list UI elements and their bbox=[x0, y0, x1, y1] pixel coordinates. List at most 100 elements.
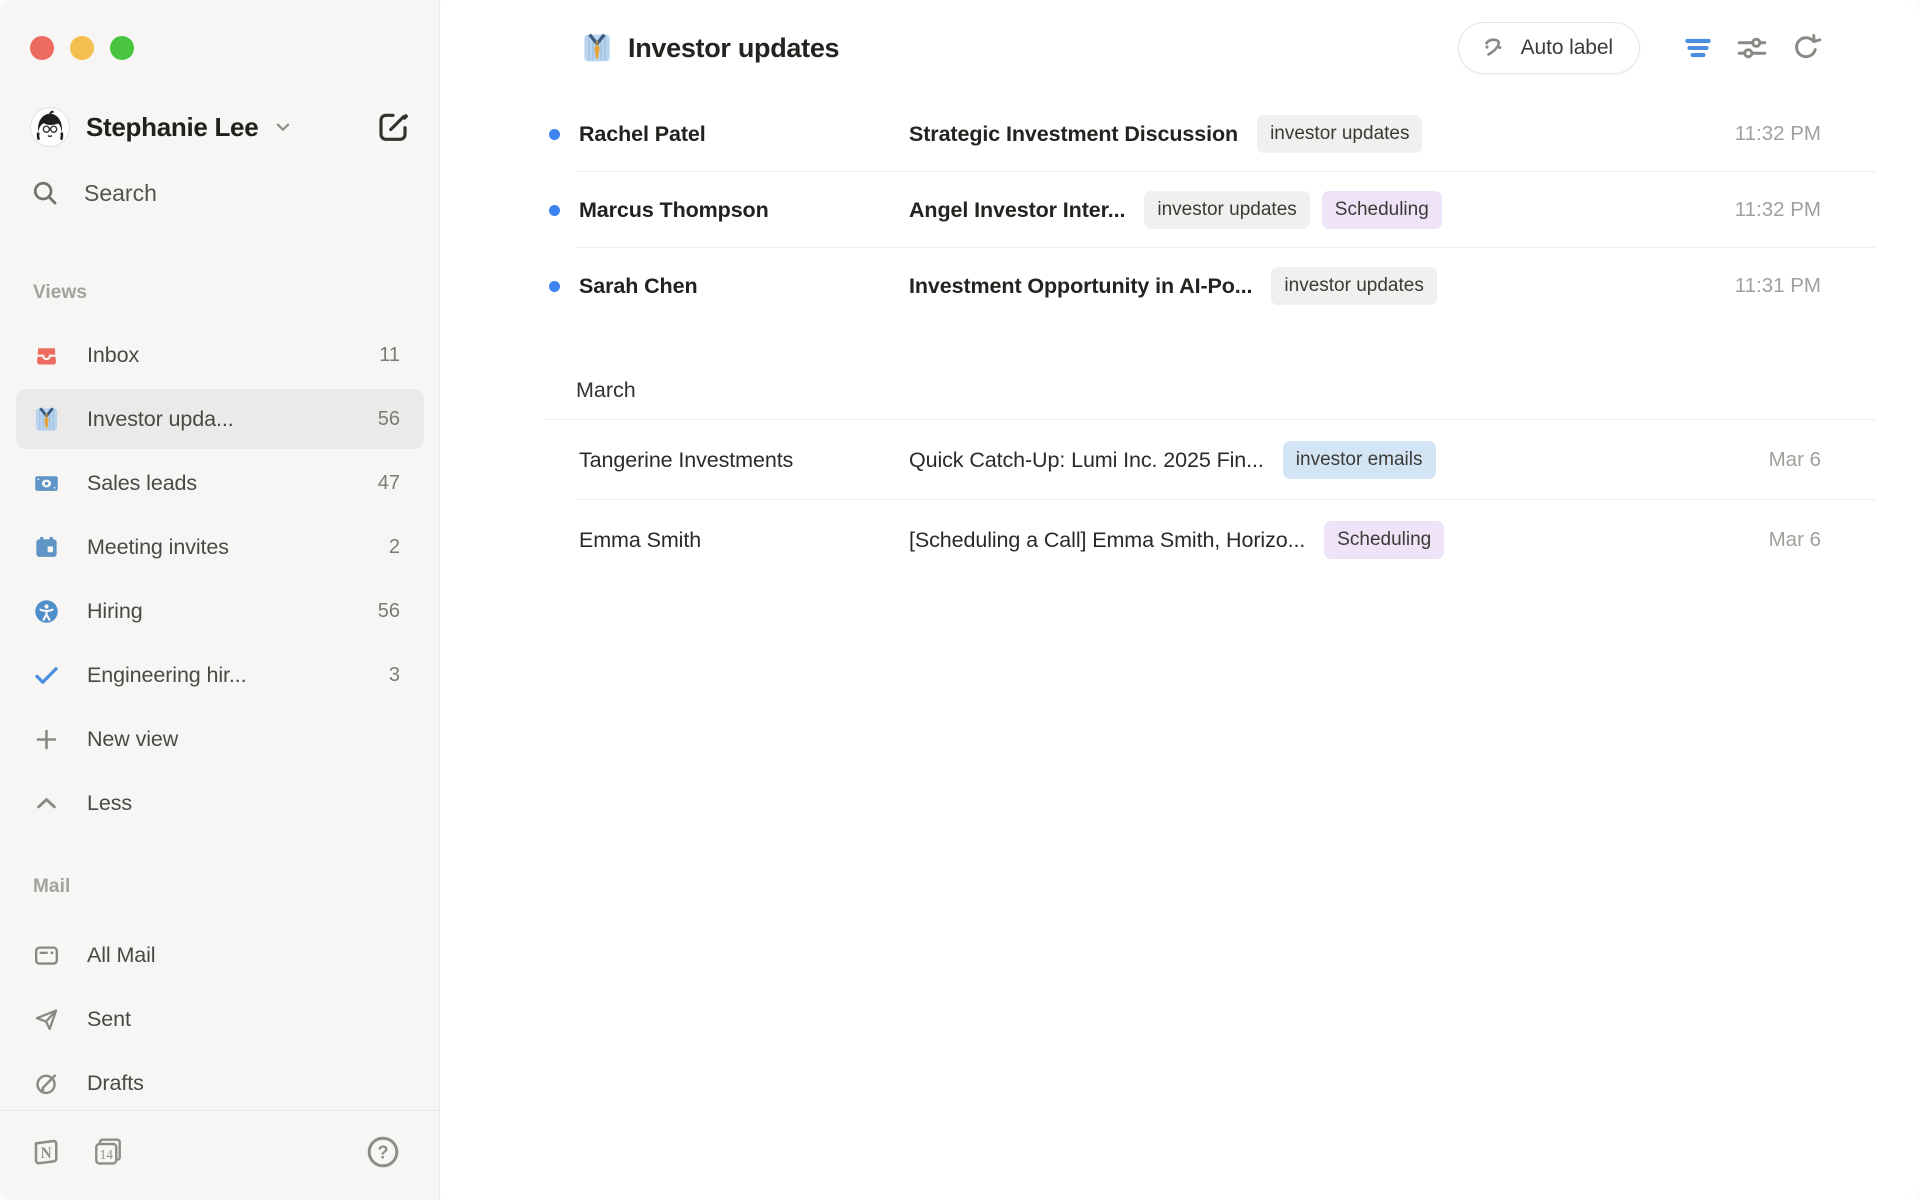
send-icon bbox=[33, 1006, 60, 1033]
sidebar-item-count: 56 bbox=[378, 600, 400, 623]
mail-list: All Mail Sent bbox=[16, 925, 424, 1117]
email-sender: Rachel Patel bbox=[579, 122, 909, 147]
sidebar-item-investor-updates[interactable]: Investor upda... 56 bbox=[16, 389, 424, 449]
person-circle-icon bbox=[33, 598, 60, 625]
sidebar-item-label: New view bbox=[87, 727, 178, 752]
minimize-window-button[interactable] bbox=[70, 36, 94, 60]
filter-button[interactable] bbox=[1676, 26, 1720, 70]
app-window: Stephanie Lee bbox=[0, 0, 1920, 1200]
sidebar-item-label: Less bbox=[87, 791, 132, 816]
sidebar-item-label: Drafts bbox=[87, 1071, 144, 1096]
email-row[interactable]: Emma Smith [Scheduling a Call] Emma Smit… bbox=[441, 500, 1920, 580]
email-subject: Investment Opportunity in AI-Po... bbox=[909, 274, 1252, 299]
sidebar-item-label: Meeting invites bbox=[87, 535, 229, 560]
refresh-icon bbox=[1790, 32, 1822, 64]
calendar-icon bbox=[33, 534, 60, 561]
account-switcher[interactable]: Stephanie Lee bbox=[30, 103, 413, 151]
label-chip[interactable]: investor emails bbox=[1283, 441, 1436, 479]
label-chip[interactable]: investor updates bbox=[1271, 267, 1436, 305]
search-button[interactable]: Search bbox=[30, 178, 157, 208]
notion-calendar-button[interactable]: 14 bbox=[92, 1136, 124, 1168]
sidebar-footer-divider bbox=[0, 1110, 439, 1111]
refresh-button[interactable] bbox=[1784, 26, 1828, 70]
auto-label-wand-icon bbox=[1479, 33, 1509, 63]
email-subject: Quick Catch-Up: Lumi Inc. 2025 Fin... bbox=[909, 448, 1264, 473]
sidebar-item-label: Hiring bbox=[87, 599, 143, 624]
compose-button[interactable] bbox=[373, 107, 413, 147]
help-icon: ? bbox=[365, 1134, 401, 1170]
label-chip[interactable]: Scheduling bbox=[1324, 521, 1444, 559]
money-icon bbox=[33, 470, 60, 497]
sidebar-item-sales-leads[interactable]: Sales leads 47 bbox=[16, 453, 424, 513]
sidebar-item-label: Engineering hir... bbox=[87, 663, 247, 688]
unread-dot bbox=[549, 281, 560, 292]
sidebar-item-count: 56 bbox=[378, 408, 400, 431]
sidebar-item-inbox[interactable]: Inbox 11 bbox=[16, 325, 424, 385]
sidebar-item-drafts[interactable]: Drafts bbox=[16, 1053, 424, 1113]
main-content: Investor updates Auto label bbox=[441, 0, 1920, 1200]
sidebar-item-label: Investor upda... bbox=[87, 407, 234, 432]
sidebar-item-engineering-hiring[interactable]: Engineering hir... 3 bbox=[16, 645, 424, 705]
label-chip[interactable]: investor updates bbox=[1144, 191, 1309, 229]
zoom-window-button[interactable] bbox=[110, 36, 134, 60]
email-row[interactable]: Tangerine Investments Quick Catch-Up: Lu… bbox=[441, 420, 1920, 500]
svg-text:?: ? bbox=[378, 1142, 389, 1162]
email-time: 11:32 PM bbox=[1696, 198, 1821, 222]
search-icon bbox=[30, 178, 60, 208]
sidebar: Stephanie Lee bbox=[0, 0, 440, 1200]
sidebar-item-count: 47 bbox=[378, 472, 400, 495]
email-time: 11:31 PM bbox=[1696, 274, 1821, 298]
chevron-down-icon bbox=[272, 116, 294, 138]
page-title: Investor updates bbox=[628, 33, 839, 64]
views-section-label: Views bbox=[33, 282, 87, 304]
help-button[interactable]: ? bbox=[365, 1134, 401, 1170]
all-mail-icon bbox=[33, 942, 60, 969]
unread-dot bbox=[549, 129, 560, 140]
svg-text:N: N bbox=[41, 1145, 52, 1162]
email-subject: [Scheduling a Call] Emma Smith, Horizo..… bbox=[909, 528, 1305, 553]
sliders-icon bbox=[1735, 31, 1769, 65]
sidebar-item-all-mail[interactable]: All Mail bbox=[16, 925, 424, 985]
label-chip[interactable]: investor updates bbox=[1257, 115, 1422, 153]
email-time: Mar 6 bbox=[1696, 528, 1821, 552]
email-sender: Tangerine Investments bbox=[579, 448, 909, 473]
sidebar-item-new-view[interactable]: New view bbox=[16, 709, 424, 769]
sidebar-item-meeting-invites[interactable]: Meeting invites 2 bbox=[16, 517, 424, 577]
close-window-button[interactable] bbox=[30, 36, 54, 60]
calendar-14-icon: 14 bbox=[92, 1136, 124, 1168]
auto-label-button[interactable]: Auto label bbox=[1458, 22, 1640, 74]
label-chip[interactable]: Scheduling bbox=[1322, 191, 1442, 229]
filter-icon bbox=[1681, 31, 1715, 65]
sidebar-footer: N 14 ? bbox=[30, 1134, 401, 1170]
email-sender: Marcus Thompson bbox=[579, 198, 909, 223]
sidebar-item-count: 11 bbox=[379, 344, 400, 367]
email-list: Rachel Patel Strategic Investment Discus… bbox=[441, 96, 1920, 580]
email-row[interactable]: Marcus Thompson Angel Investor Inter... … bbox=[441, 172, 1920, 248]
draft-icon bbox=[33, 1070, 60, 1097]
mail-section-label: Mail bbox=[33, 876, 70, 898]
sidebar-item-hiring[interactable]: Hiring 56 bbox=[16, 581, 424, 641]
sidebar-item-less[interactable]: Less bbox=[16, 773, 424, 833]
display-settings-button[interactable] bbox=[1730, 26, 1774, 70]
sidebar-item-sent[interactable]: Sent bbox=[16, 989, 424, 1049]
plus-icon bbox=[33, 726, 60, 753]
user-name: Stephanie Lee bbox=[86, 112, 258, 143]
chevron-up-icon bbox=[33, 790, 60, 817]
search-label: Search bbox=[84, 180, 157, 207]
notion-app-button[interactable]: N bbox=[30, 1136, 62, 1168]
unread-dot bbox=[549, 205, 560, 216]
sidebar-item-count: 2 bbox=[389, 536, 400, 559]
email-time: Mar 6 bbox=[1696, 448, 1821, 472]
avatar bbox=[30, 107, 70, 147]
auto-label-text: Auto label bbox=[1521, 36, 1613, 60]
inbox-icon bbox=[33, 342, 60, 369]
email-subject: Strategic Investment Discussion bbox=[909, 122, 1238, 147]
sidebar-item-label: All Mail bbox=[87, 943, 156, 968]
window-controls bbox=[30, 36, 134, 60]
email-row[interactable]: Sarah Chen Investment Opportunity in AI-… bbox=[441, 248, 1920, 324]
views-list: Inbox 11 Investor upda... 56 bbox=[16, 325, 424, 837]
email-row[interactable]: Rachel Patel Strategic Investment Discus… bbox=[441, 96, 1920, 172]
email-sender: Sarah Chen bbox=[579, 274, 909, 299]
date-section-title: March bbox=[576, 378, 636, 403]
email-sender: Emma Smith bbox=[579, 528, 909, 553]
